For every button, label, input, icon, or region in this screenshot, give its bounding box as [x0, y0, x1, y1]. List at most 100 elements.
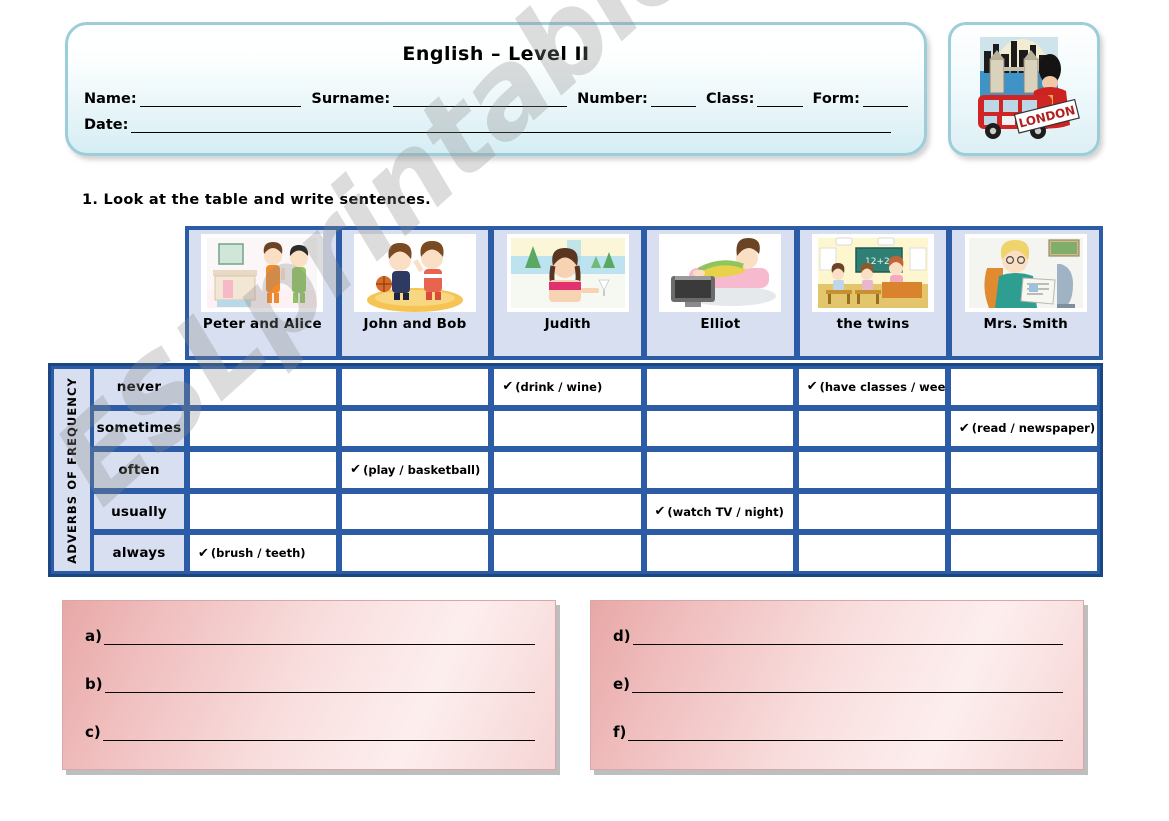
- surname-field[interactable]: [393, 92, 568, 107]
- answer-label-c: c): [85, 723, 101, 741]
- answer-input-b[interactable]: [104, 677, 535, 693]
- cell-0-4[interactable]: ✔(have classes / weekend): [797, 368, 946, 406]
- cell-4-4[interactable]: [797, 534, 946, 572]
- answer-line-a: a): [85, 627, 535, 645]
- adverb-label-2: often: [93, 451, 185, 489]
- form-field[interactable]: [862, 92, 908, 107]
- adverbs-of-frequency-label: ADVERBS OF FREQUENCY: [65, 376, 79, 564]
- class-label: Class:: [705, 91, 755, 107]
- cell-3-0[interactable]: [189, 492, 338, 531]
- cell-0-1[interactable]: [341, 368, 490, 406]
- answer-line-e: e): [613, 675, 1063, 693]
- person-name-0: Peter and Alice: [202, 316, 322, 332]
- answer-box-left: a) b) c): [62, 600, 556, 770]
- name-label: Name:: [84, 91, 137, 107]
- cell-3-2[interactable]: [493, 492, 642, 531]
- frequency-table: ADVERBS OF FREQUENCY never ✔ (drink / win…: [48, 363, 1103, 577]
- date-field[interactable]: [131, 118, 892, 133]
- woman-reading-newspaper-icon: [964, 234, 1087, 312]
- cell-4-3[interactable]: [645, 534, 794, 572]
- name-field[interactable]: [139, 92, 302, 107]
- worksheet-header: English – Level II Name: Surname: Number…: [0, 0, 1169, 180]
- person-name-1: John and Bob: [363, 316, 467, 332]
- table-row: never ✔ (drink / wine) ✔ (have classes / w…: [93, 368, 1099, 406]
- check-icon: ✔: [958, 420, 970, 436]
- person-column-5: Mrs. Smith: [951, 229, 1101, 357]
- answer-label-a: a): [85, 627, 102, 645]
- boys-playing-basketball-icon: [354, 234, 476, 312]
- answer-label-f: f): [613, 723, 627, 741]
- cell-4-2[interactable]: [493, 534, 642, 572]
- form-label: Form:: [812, 91, 860, 107]
- student-info-row-2: Date:: [84, 117, 908, 133]
- man-watching-tv-icon: [659, 234, 782, 312]
- cell-4-5[interactable]: [949, 534, 1099, 572]
- cell-0-3[interactable]: [645, 368, 794, 406]
- table-row: usually ✔ (watch TV / night): [93, 492, 1099, 531]
- children-brushing-teeth-icon: [201, 234, 324, 312]
- cell-4-1[interactable]: [341, 534, 490, 572]
- answer-input-c[interactable]: [102, 725, 535, 741]
- person-name-5: Mrs. Smith: [983, 316, 1068, 332]
- cell-text-1-5: (read / newspaper): [971, 421, 1096, 436]
- cell-1-4[interactable]: [797, 409, 946, 448]
- cell-1-0[interactable]: [189, 409, 338, 448]
- check-icon: ✔: [502, 379, 514, 395]
- adverbs-group-label-column: ADVERBS OF FREQUENCY: [53, 368, 91, 572]
- person-column-1: John and Bob: [340, 229, 490, 357]
- check-icon: ✔: [198, 545, 209, 561]
- cell-2-0[interactable]: [189, 451, 338, 489]
- number-field[interactable]: [650, 92, 696, 107]
- answer-line-f: f): [613, 723, 1063, 741]
- table-row: always ✔ (brush / teeth): [93, 534, 1099, 572]
- cell-2-2[interactable]: [493, 451, 642, 489]
- cell-3-1[interactable]: [341, 492, 490, 531]
- cell-0-0[interactable]: [189, 368, 338, 406]
- cell-3-5[interactable]: [949, 492, 1099, 531]
- cell-2-1[interactable]: ✔ (play / basketball): [341, 451, 490, 489]
- cell-2-4[interactable]: [797, 451, 946, 489]
- cell-2-3[interactable]: [645, 451, 794, 489]
- answer-input-e[interactable]: [632, 677, 1063, 693]
- table-row: sometimes ✔ (read / newspaper): [93, 409, 1099, 448]
- cell-1-1[interactable]: [341, 409, 490, 448]
- person-name-4: the twins: [836, 316, 910, 332]
- cell-0-5[interactable]: [949, 368, 1099, 406]
- cell-2-5[interactable]: [949, 451, 1099, 489]
- answer-line-c: c): [85, 723, 535, 741]
- person-column-0: Peter and Alice: [188, 229, 337, 357]
- cell-1-2[interactable]: [493, 409, 642, 448]
- student-info-box: English – Level II Name: Surname: Number…: [65, 22, 927, 156]
- student-info-row-1: Name: Surname: Number: Class: Form:: [84, 91, 908, 107]
- class-field[interactable]: [757, 92, 803, 107]
- cell-1-5[interactable]: ✔ (read / newspaper): [949, 409, 1099, 448]
- answer-input-d[interactable]: [632, 629, 1063, 645]
- cell-3-3[interactable]: ✔ (watch TV / night): [645, 492, 794, 531]
- answer-label-d: d): [613, 627, 631, 645]
- check-icon: ✔: [654, 504, 666, 520]
- check-icon: ✔: [350, 462, 362, 478]
- woman-at-beach-icon: [506, 234, 629, 312]
- person-name-2: Judith: [544, 316, 591, 332]
- adverb-label-3: usually: [93, 492, 185, 531]
- page-title: English – Level II: [402, 43, 590, 65]
- answer-label-e: e): [613, 675, 631, 693]
- date-label: Date:: [84, 117, 129, 133]
- person-column-3: Elliot: [646, 229, 795, 357]
- number-label: Number:: [577, 91, 648, 107]
- cell-text-0-2: (drink / wine): [515, 379, 603, 394]
- cell-text-3-3: (watch TV / night): [667, 504, 784, 519]
- cell-4-0[interactable]: ✔ (brush / teeth): [189, 534, 338, 572]
- answer-input-a[interactable]: [103, 629, 535, 645]
- cell-text-0-4: (have classes / weekend): [819, 379, 946, 394]
- adverb-label-0: never: [93, 368, 185, 406]
- adverb-label-1: sometimes: [93, 409, 185, 448]
- answer-input-f[interactable]: [628, 725, 1063, 741]
- table-row: often ✔ (play / basketball): [93, 451, 1099, 489]
- cell-1-3[interactable]: [645, 409, 794, 448]
- exercise-instruction: 1. Look at the table and write sentences…: [82, 192, 431, 208]
- cell-0-2[interactable]: ✔ (drink / wine): [493, 368, 642, 406]
- cell-3-4[interactable]: [797, 492, 946, 531]
- answer-line-b: b): [85, 675, 535, 693]
- answer-label-b: b): [85, 675, 103, 693]
